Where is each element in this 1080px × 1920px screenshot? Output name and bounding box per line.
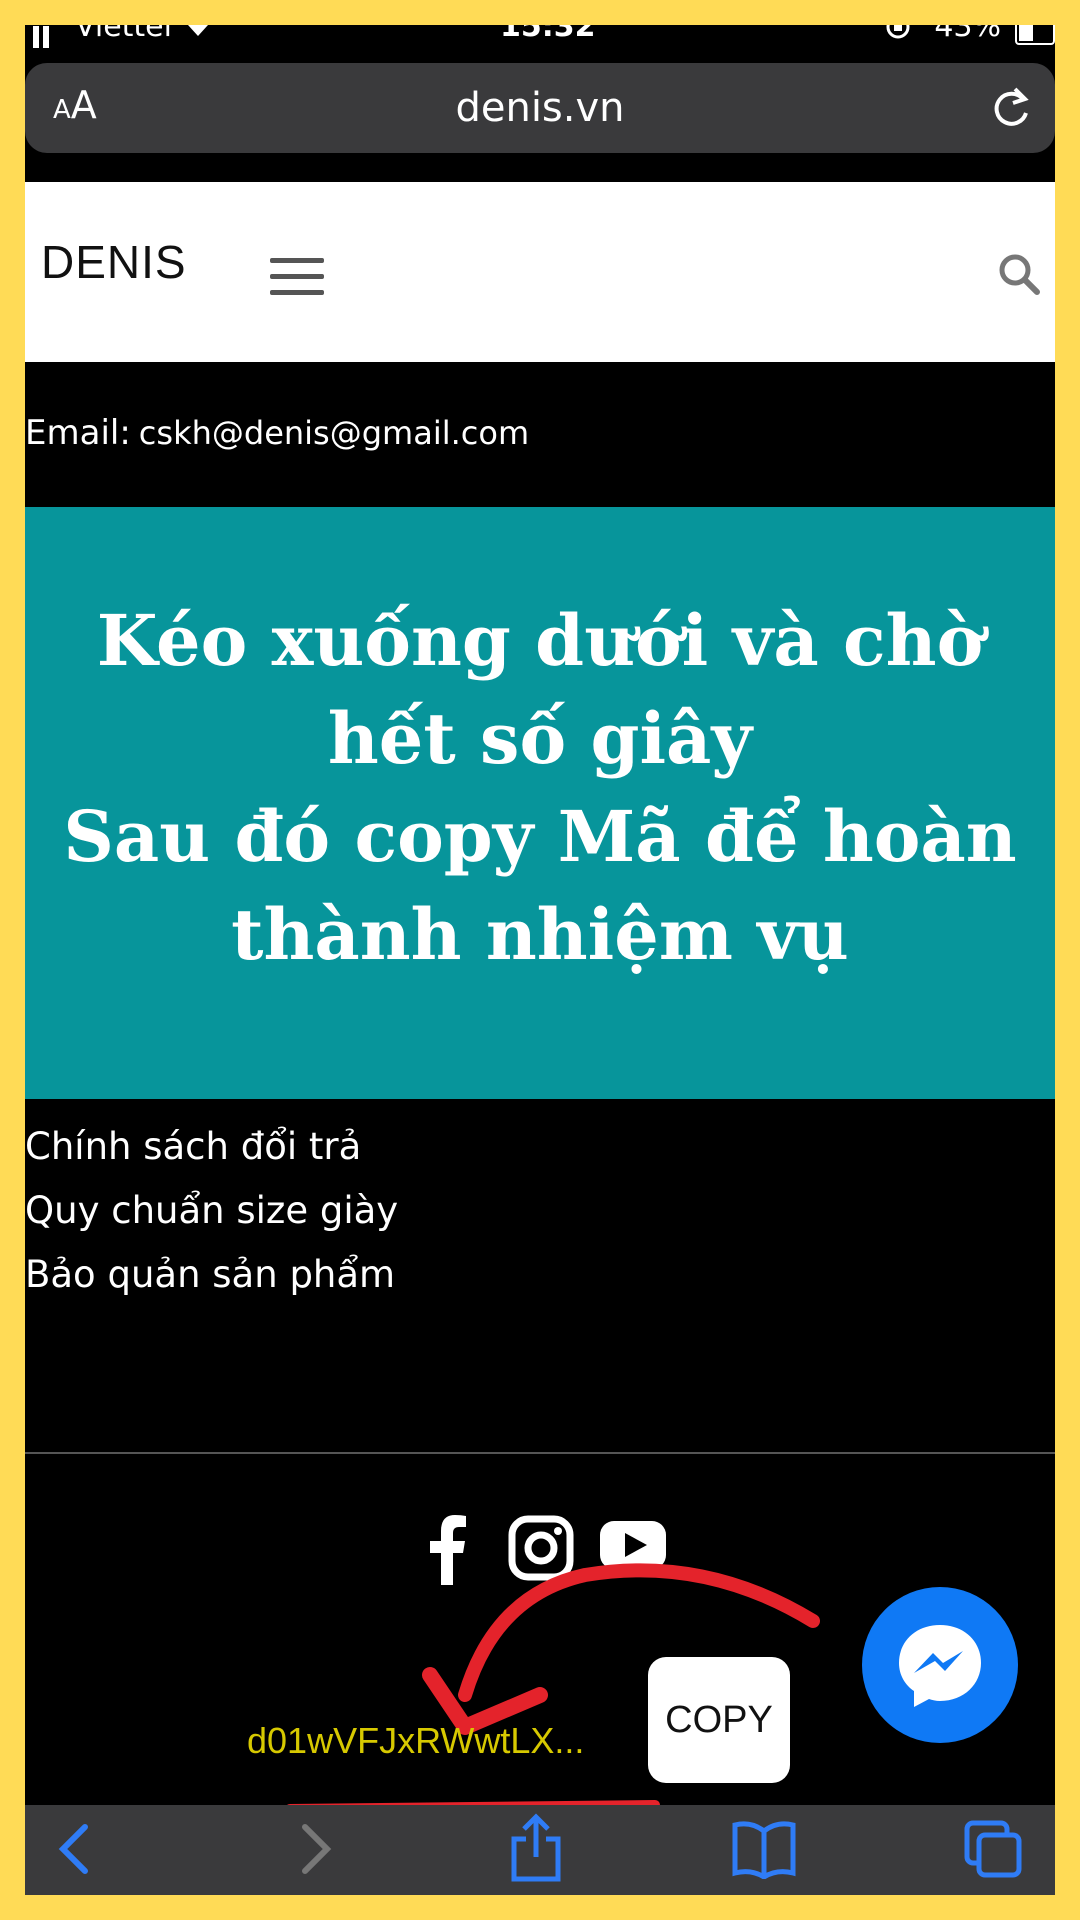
hamburger-icon[interactable] [270,258,324,306]
messenger-icon [899,1625,981,1707]
footer-link-product-care[interactable]: Bảo quản sản phẩm [25,1253,398,1317]
copy-button[interactable]: COPY [648,1657,790,1783]
phone-screen: Viettel 15:32 43% AA denis.vn DENIS Emai… [25,25,1055,1895]
tabs-icon[interactable] [963,1819,1023,1883]
status-time: 15:32 [500,25,596,44]
back-icon[interactable] [55,1819,95,1883]
address-bar[interactable]: AA denis.vn [25,63,1055,153]
email-value[interactable]: cskh@denis@gmail.com [139,414,529,452]
footer-divider [25,1452,1055,1454]
reload-icon[interactable] [989,83,1033,135]
carrier-name: Viettel [75,25,172,44]
footer-link-size-guide[interactable]: Quy chuẩn size giày [25,1189,398,1253]
instruction-line: thành nhiệm vụ [231,893,849,976]
battery-percent: 43% [934,25,1001,44]
email-label: Email: [25,413,131,453]
rotation-lock-icon [885,25,911,48]
share-icon[interactable] [508,1813,564,1887]
instruction-line: hết số giây [327,697,753,780]
status-bar: Viettel 15:32 43% [25,25,1055,53]
instruction-line: Kéo xuống dưới và chờ [96,599,984,682]
messenger-button[interactable] [862,1587,1018,1743]
search-icon[interactable] [997,252,1041,300]
bookmarks-icon[interactable] [731,1819,797,1883]
contact-email: Email: cskh@denis@gmail.com [25,413,529,453]
browser-toolbar [25,1805,1055,1895]
footer-link-return-policy[interactable]: Chính sách đổi trả [25,1125,398,1189]
footer-links: Chính sách đổi trả Quy chuẩn size giày B… [25,1125,398,1317]
site-header: DENIS [25,182,1055,362]
wifi-icon [185,25,211,46]
forward-icon[interactable] [295,1819,335,1883]
instruction-line: Sau đó copy Mã để hoàn [63,795,1017,878]
instruction-banner: Kéo xuống dưới và chờ hết số giây Sau đó… [25,507,1055,1099]
url-text: denis.vn [455,85,625,131]
task-code[interactable]: d01wVFJxRWwtLX... [247,1720,584,1762]
battery-icon [1015,25,1055,45]
site-logo[interactable]: DENIS [41,235,187,289]
signal-icon [33,25,53,56]
